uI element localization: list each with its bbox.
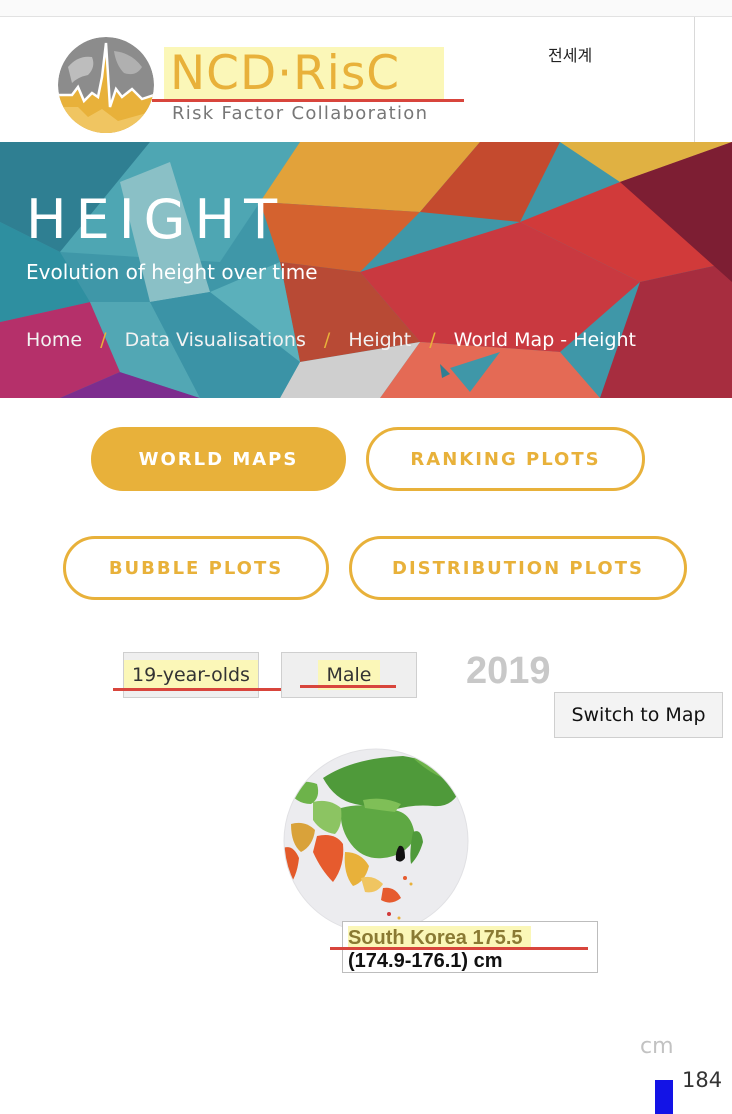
breadcrumb: Home / Data Visualisations / Height / Wo… bbox=[26, 329, 636, 351]
legend-tick-label: 184 bbox=[682, 1068, 723, 1092]
hero-banner: HEIGHT Evolution of height over time Hom… bbox=[0, 142, 732, 398]
distribution-plots-button[interactable]: DISTRIBUTION PLOTS bbox=[349, 536, 687, 600]
breadcrumb-separator: / bbox=[429, 329, 436, 351]
site-header: NCD·RisC Risk Factor Collaboration 전세계 bbox=[0, 17, 732, 142]
page-subtitle: Evolution of height over time bbox=[26, 260, 318, 284]
logo-subtitle: Risk Factor Collaboration bbox=[172, 103, 429, 124]
annotation-underline bbox=[113, 688, 285, 691]
globe-heartbeat-logo-icon[interactable] bbox=[58, 37, 154, 133]
top-bar bbox=[0, 0, 732, 17]
page-title: HEIGHT bbox=[26, 188, 287, 251]
age-group-value: 19-year-olds bbox=[124, 660, 258, 690]
legend-color-bar bbox=[655, 1080, 673, 1114]
switch-to-map-button[interactable]: Switch to Map bbox=[554, 692, 723, 738]
breadcrumb-home[interactable]: Home bbox=[26, 329, 82, 351]
breadcrumb-current: World Map - Height bbox=[453, 329, 636, 351]
breadcrumb-separator: / bbox=[100, 329, 107, 351]
bubble-plots-button[interactable]: BUBBLE PLOTS bbox=[63, 536, 329, 600]
annotation-underline bbox=[330, 947, 588, 950]
annotation-underline bbox=[152, 99, 464, 102]
world-maps-button[interactable]: WORLD MAPS bbox=[91, 427, 346, 491]
annotation-underline bbox=[300, 685, 396, 688]
tooltip-interval: (174.9-176.1) cm bbox=[348, 950, 503, 972]
breadcrumb-height[interactable]: Height bbox=[348, 329, 411, 351]
breadcrumb-data-visualisations[interactable]: Data Visualisations bbox=[125, 329, 306, 351]
globe-map[interactable] bbox=[283, 748, 469, 938]
year-label: 2019 bbox=[466, 650, 551, 692]
sex-select[interactable]: Male bbox=[281, 652, 417, 698]
logo-title[interactable]: NCD·RisC bbox=[164, 47, 444, 101]
header-divider bbox=[694, 17, 695, 142]
age-group-select[interactable]: 19-year-olds bbox=[123, 652, 259, 698]
language-link[interactable]: 전세계 bbox=[548, 42, 592, 66]
breadcrumb-separator: / bbox=[323, 329, 331, 351]
ranking-plots-button[interactable]: RANKING PLOTS bbox=[366, 427, 645, 491]
legend-unit: cm bbox=[640, 1034, 674, 1059]
